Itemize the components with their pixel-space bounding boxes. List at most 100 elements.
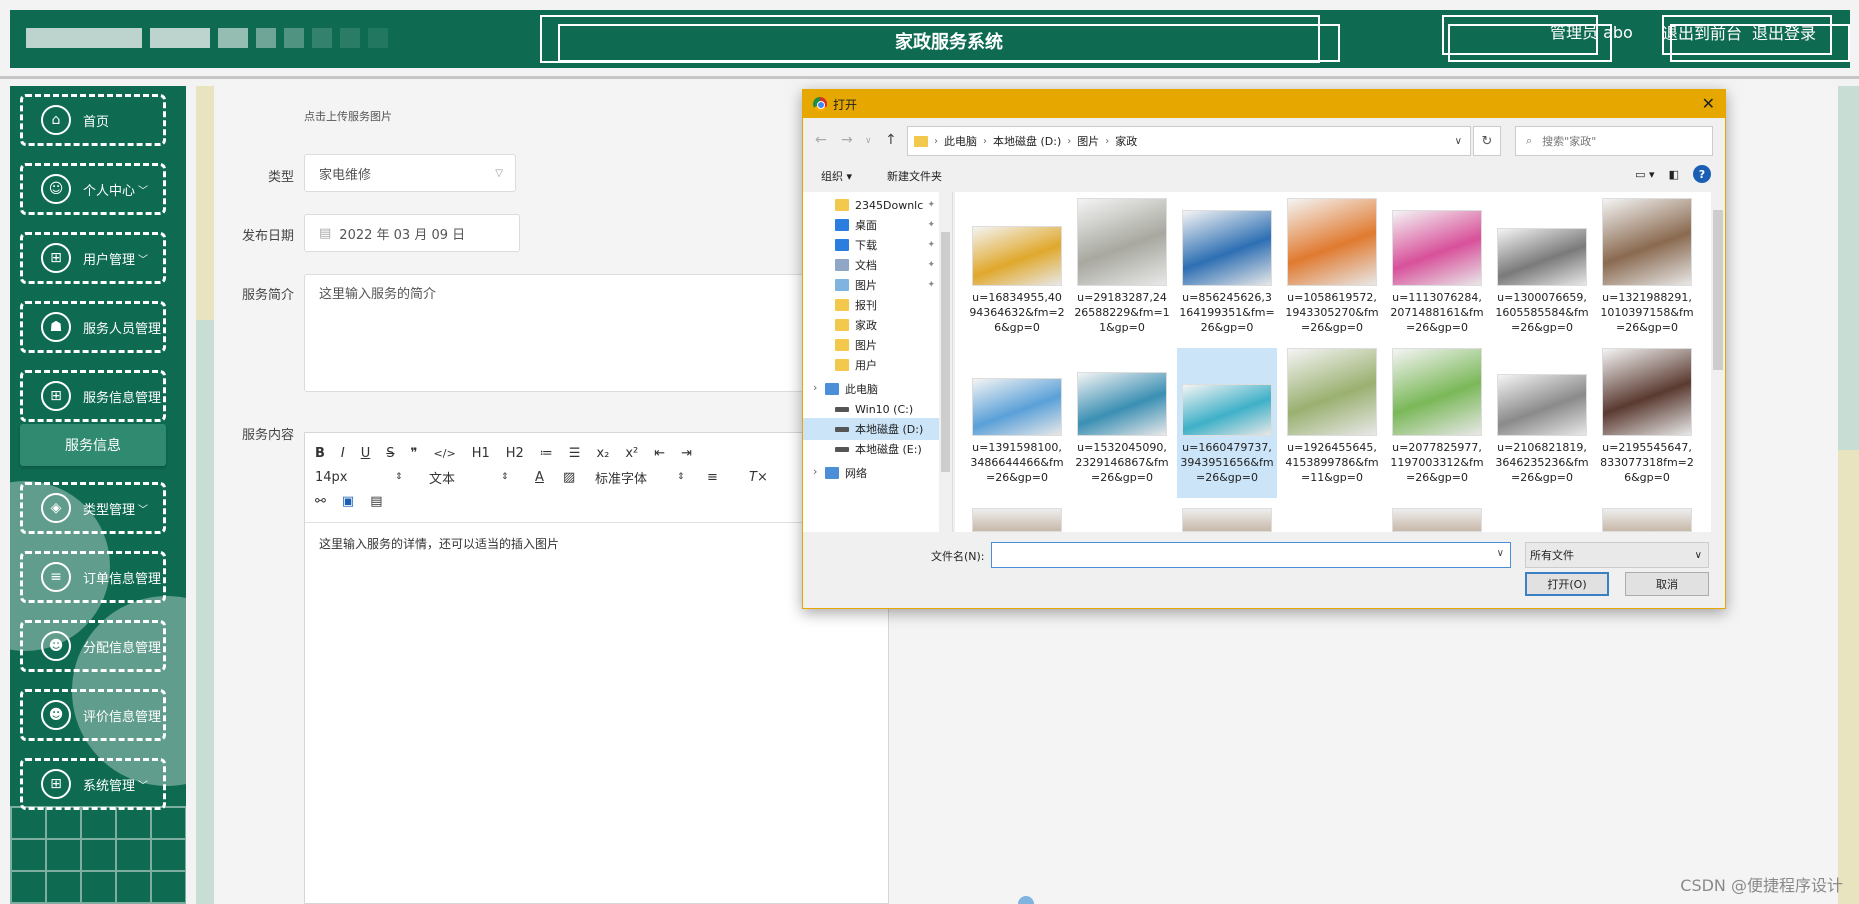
- nav-item[interactable]: 网络: [803, 462, 939, 484]
- file-item[interactable]: u=1391598100,3486644466&fm=26&gp=0: [967, 348, 1067, 498]
- open-button[interactable]: 打开(O): [1525, 572, 1609, 596]
- back-arrow-icon[interactable]: ←: [815, 132, 827, 148]
- sidebar-item-system[interactable]: ⊞ 系统管理 ﹀: [20, 758, 166, 810]
- file-item[interactable]: u=1300076659,1605585584&fm=26&gp=0: [1492, 198, 1592, 348]
- filetype-select[interactable]: 所有文件 ∨: [1525, 542, 1709, 568]
- type-select[interactable]: 家电维修 ▽: [304, 154, 516, 192]
- cancel-button[interactable]: 取消: [1625, 572, 1709, 596]
- link-icon[interactable]: ⚯: [315, 494, 326, 509]
- view-mode-icon[interactable]: ▭ ▾: [1635, 168, 1654, 181]
- sidebar-item-reviews[interactable]: ☻ 评价信息管理: [20, 689, 166, 741]
- nav-item[interactable]: 2345Downlc ✦: [803, 194, 939, 216]
- font-family-select[interactable]: 标准字体: [595, 468, 677, 487]
- nav-item[interactable]: 用户: [803, 354, 939, 376]
- nav-item[interactable]: 桌面 ✦: [803, 214, 939, 236]
- file-scrollbar[interactable]: [1711, 192, 1725, 532]
- sidebar-item-home[interactable]: ⌂ 首页: [20, 94, 166, 146]
- dialog-titlebar[interactable]: 打开 ✕: [803, 90, 1725, 118]
- clear-format-icon[interactable]: T×: [749, 470, 768, 485]
- search-input[interactable]: ⌕ 搜索"家政": [1515, 126, 1713, 156]
- breadcrumb-drive-d[interactable]: 本地磁盘 (D:): [993, 133, 1061, 149]
- file-item[interactable]: u=2195545647,833077318fm=26&gp=0: [1597, 348, 1697, 498]
- chevron-down-icon[interactable]: ∨: [1455, 136, 1462, 147]
- sidebar-item-profile[interactable]: ☺ 个人中心 ﹀: [20, 163, 166, 215]
- nav-item[interactable]: Win10 (C:): [803, 398, 939, 420]
- forward-arrow-icon[interactable]: →: [841, 132, 853, 148]
- sidebar-item-orders[interactable]: ≡ 订单信息管理: [20, 551, 166, 603]
- superscript-button[interactable]: x²: [625, 446, 638, 461]
- align-icon[interactable]: ≡: [707, 470, 749, 485]
- nav-scrollbar[interactable]: [939, 192, 952, 532]
- breadcrumb-this-pc[interactable]: 此电脑: [944, 133, 977, 149]
- font-color-icon[interactable]: A: [535, 470, 563, 485]
- chevron-right-icon[interactable]: ›: [813, 381, 817, 394]
- file-item[interactable]: u=29183287,2426588229&fm=11&gp=0: [1072, 198, 1172, 348]
- highlight-icon[interactable]: ▨: [563, 470, 595, 485]
- chevron-down-icon[interactable]: ∨: [1497, 548, 1504, 559]
- file-item[interactable]: u=1113076284,2071488161&fm=26&gp=0: [1387, 198, 1487, 348]
- quote-button[interactable]: ❞: [411, 446, 418, 461]
- file-item[interactable]: u=2077825977,1197003312&fm=26&gp=0: [1387, 348, 1487, 498]
- chevron-down-icon[interactable]: ∨: [865, 136, 872, 146]
- file-item[interactable]: u=16834955,4094364632&fm=26&gp=0: [967, 198, 1067, 348]
- nav-item[interactable]: 报刊: [803, 294, 939, 316]
- sidebar-item-assign[interactable]: ☻ 分配信息管理: [20, 620, 166, 672]
- file-item[interactable]: u=1321988291,1010397158&fm=26&gp=0: [1597, 198, 1697, 348]
- breadcrumb-jiazheng[interactable]: 家政: [1115, 133, 1137, 149]
- file-item[interactable]: u=1926455645,4153899786&fm=11&gp=0: [1282, 348, 1382, 498]
- image-icon[interactable]: ▣: [342, 494, 354, 509]
- nav-item[interactable]: 本地磁盘 (D:): [803, 418, 939, 440]
- sidebar-item-users[interactable]: ⊞ 用户管理 ﹀: [20, 232, 166, 284]
- h2-button[interactable]: H2: [506, 446, 524, 461]
- underline-button[interactable]: U: [361, 446, 371, 461]
- nav-item[interactable]: 下载 ✦: [803, 234, 939, 256]
- video-icon[interactable]: ▤: [370, 494, 382, 509]
- close-icon[interactable]: ✕: [1702, 94, 1715, 113]
- subscript-button[interactable]: x₂: [596, 446, 609, 461]
- file-item[interactable]: u=2106821819,3646235236&fm=26&gp=0: [1492, 348, 1592, 498]
- upload-hint[interactable]: 点击上传服务图片: [304, 108, 392, 124]
- nav-item[interactable]: 文档 ✦: [803, 254, 939, 276]
- breadcrumb-pictures[interactable]: 图片: [1077, 133, 1099, 149]
- refresh-button[interactable]: ↻: [1473, 126, 1501, 156]
- file-item[interactable]: u=856245626,3164199351&fm=26&gp=0: [1177, 198, 1277, 348]
- h1-button[interactable]: H1: [472, 446, 490, 461]
- strike-button[interactable]: S: [386, 446, 394, 461]
- sidebar-item-types[interactable]: ◈ 类型管理 ﹀: [20, 482, 166, 534]
- nav-item[interactable]: 家政: [803, 314, 939, 336]
- font-size-select[interactable]: 14px: [315, 470, 395, 485]
- nav-item[interactable]: 图片 ✦: [803, 274, 939, 296]
- organize-menu[interactable]: 组织 ▾: [821, 168, 852, 184]
- ordered-list-button[interactable]: ≔: [540, 446, 553, 461]
- new-folder-button[interactable]: 新建文件夹: [887, 168, 942, 184]
- editor-content[interactable]: 这里输入服务的详情，还可以适当的插入图片: [305, 523, 888, 564]
- outdent-button[interactable]: ⇤: [654, 446, 665, 461]
- intro-textarea[interactable]: 这里输入服务的简介: [304, 274, 804, 392]
- address-bar[interactable]: › 此电脑 › 本地磁盘 (D:) › 图片 › 家政 ∨: [907, 126, 1471, 156]
- indent-button[interactable]: ⇥: [681, 446, 692, 461]
- image-thumbnail[interactable]: [1182, 508, 1272, 532]
- text-style-select[interactable]: 文本: [429, 468, 501, 487]
- bold-button[interactable]: B: [315, 446, 325, 461]
- nav-item[interactable]: 本地磁盘 (E:): [803, 438, 939, 460]
- file-item[interactable]: u=1532045090,2329146867&fm=26&gp=0: [1072, 348, 1172, 498]
- help-icon[interactable]: ?: [1693, 165, 1711, 183]
- filename-input[interactable]: ∨: [991, 542, 1511, 568]
- nav-item[interactable]: 此电脑: [803, 378, 939, 400]
- image-thumbnail[interactable]: [1602, 508, 1692, 532]
- nav-item[interactable]: 图片: [803, 334, 939, 356]
- image-thumbnail[interactable]: [972, 508, 1062, 532]
- date-field[interactable]: ▤ 2022 年 03 月 09 日: [304, 214, 520, 252]
- image-thumbnail[interactable]: [1392, 508, 1482, 532]
- exit-to-front-link[interactable]: 退出到前台: [1662, 20, 1742, 44]
- preview-pane-icon[interactable]: ◧: [1669, 168, 1679, 181]
- sidebar-item-staff[interactable]: ☗ 服务人员管理: [20, 301, 166, 353]
- bullet-list-button[interactable]: ☰: [569, 446, 581, 461]
- up-arrow-icon[interactable]: ↑: [885, 132, 897, 148]
- logout-link[interactable]: 退出登录: [1752, 20, 1816, 44]
- file-item[interactable]: u=1058619572,1943305270&fm=26&gp=0: [1282, 198, 1382, 348]
- file-item[interactable]: u=1660479737,3943951656&fm=26&gp=0: [1177, 348, 1277, 498]
- italic-button[interactable]: I: [341, 446, 345, 461]
- code-button[interactable]: </>: [434, 447, 456, 460]
- submenu-service-info[interactable]: 服务信息: [20, 424, 166, 466]
